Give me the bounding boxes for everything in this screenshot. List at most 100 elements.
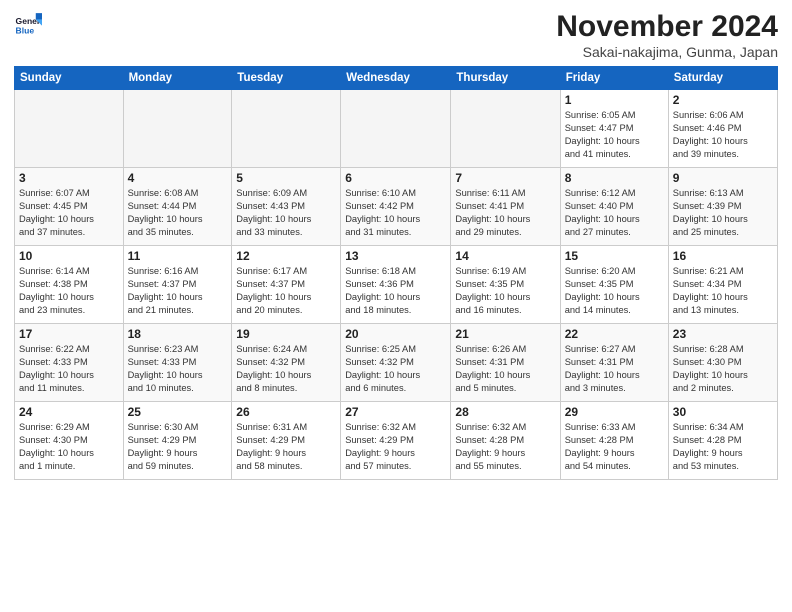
day-info: Sunrise: 6:06 AM Sunset: 4:46 PM Dayligh… xyxy=(673,109,773,161)
calendar-cell: 3 Sunrise: 6:07 AM Sunset: 4:45 PM Daylig… xyxy=(15,168,124,246)
calendar-cell: 29 Sunrise: 6:33 AM Sunset: 4:28 PM Dayli… xyxy=(560,402,668,480)
weekday-header-friday: Friday xyxy=(560,67,668,90)
weekday-header-tuesday: Tuesday xyxy=(232,67,341,90)
day-number: 29 xyxy=(565,405,664,419)
day-info: Sunrise: 6:32 AM Sunset: 4:29 PM Dayligh… xyxy=(345,421,446,473)
calendar-cell: 17 Sunrise: 6:22 AM Sunset: 4:33 PM Dayli… xyxy=(15,324,124,402)
calendar-cell: 14 Sunrise: 6:19 AM Sunset: 4:35 PM Dayli… xyxy=(451,246,560,324)
day-info: Sunrise: 6:27 AM Sunset: 4:31 PM Dayligh… xyxy=(565,343,664,395)
day-number: 21 xyxy=(455,327,555,341)
day-info: Sunrise: 6:25 AM Sunset: 4:32 PM Dayligh… xyxy=(345,343,446,395)
calendar-cell: 20 Sunrise: 6:25 AM Sunset: 4:32 PM Dayli… xyxy=(341,324,451,402)
calendar-cell: 21 Sunrise: 6:26 AM Sunset: 4:31 PM Dayli… xyxy=(451,324,560,402)
calendar-cell: 5 Sunrise: 6:09 AM Sunset: 4:43 PM Daylig… xyxy=(232,168,341,246)
day-number: 14 xyxy=(455,249,555,263)
day-number: 18 xyxy=(128,327,228,341)
day-number: 22 xyxy=(565,327,664,341)
day-info: Sunrise: 6:14 AM Sunset: 4:38 PM Dayligh… xyxy=(19,265,119,317)
day-number: 11 xyxy=(128,249,228,263)
day-info: Sunrise: 6:20 AM Sunset: 4:35 PM Dayligh… xyxy=(565,265,664,317)
day-number: 2 xyxy=(673,93,773,107)
day-info: Sunrise: 6:16 AM Sunset: 4:37 PM Dayligh… xyxy=(128,265,228,317)
day-info: Sunrise: 6:34 AM Sunset: 4:28 PM Dayligh… xyxy=(673,421,773,473)
calendar-cell xyxy=(451,90,560,168)
weekday-header-wednesday: Wednesday xyxy=(341,67,451,90)
day-info: Sunrise: 6:19 AM Sunset: 4:35 PM Dayligh… xyxy=(455,265,555,317)
day-number: 26 xyxy=(236,405,336,419)
weekday-header-sunday: Sunday xyxy=(15,67,124,90)
day-number: 23 xyxy=(673,327,773,341)
weekday-header-thursday: Thursday xyxy=(451,67,560,90)
svg-text:Blue: Blue xyxy=(16,25,35,35)
day-info: Sunrise: 6:10 AM Sunset: 4:42 PM Dayligh… xyxy=(345,187,446,239)
calendar-cell: 24 Sunrise: 6:29 AM Sunset: 4:30 PM Dayli… xyxy=(15,402,124,480)
day-number: 24 xyxy=(19,405,119,419)
calendar-cell: 1Sunrise: 6:05 AM Sunset: 4:47 PM Daylig… xyxy=(560,90,668,168)
day-info: Sunrise: 6:07 AM Sunset: 4:45 PM Dayligh… xyxy=(19,187,119,239)
calendar-cell: 23 Sunrise: 6:28 AM Sunset: 4:30 PM Dayli… xyxy=(668,324,777,402)
day-number: 17 xyxy=(19,327,119,341)
day-info: Sunrise: 6:21 AM Sunset: 4:34 PM Dayligh… xyxy=(673,265,773,317)
calendar-week-2: 3 Sunrise: 6:07 AM Sunset: 4:45 PM Daylig… xyxy=(15,168,778,246)
calendar-week-4: 17 Sunrise: 6:22 AM Sunset: 4:33 PM Dayli… xyxy=(15,324,778,402)
day-info: Sunrise: 6:13 AM Sunset: 4:39 PM Dayligh… xyxy=(673,187,773,239)
weekday-header-saturday: Saturday xyxy=(668,67,777,90)
calendar-cell: 30 Sunrise: 6:34 AM Sunset: 4:28 PM Dayli… xyxy=(668,402,777,480)
day-info: Sunrise: 6:11 AM Sunset: 4:41 PM Dayligh… xyxy=(455,187,555,239)
calendar-cell: 6Sunrise: 6:10 AM Sunset: 4:42 PM Daylig… xyxy=(341,168,451,246)
day-info: Sunrise: 6:09 AM Sunset: 4:43 PM Dayligh… xyxy=(236,187,336,239)
calendar-cell: 4 Sunrise: 6:08 AM Sunset: 4:44 PM Daylig… xyxy=(123,168,232,246)
day-number: 3 xyxy=(19,171,119,185)
day-number: 28 xyxy=(455,405,555,419)
logo-icon: General Blue xyxy=(14,10,42,38)
day-number: 10 xyxy=(19,249,119,263)
day-number: 12 xyxy=(236,249,336,263)
header: General Blue November 2024 Sakai-nakajim… xyxy=(14,10,778,60)
day-info: Sunrise: 6:28 AM Sunset: 4:30 PM Dayligh… xyxy=(673,343,773,395)
day-number: 9 xyxy=(673,171,773,185)
calendar-cell: 19Sunrise: 6:24 AM Sunset: 4:32 PM Dayli… xyxy=(232,324,341,402)
day-info: Sunrise: 6:23 AM Sunset: 4:33 PM Dayligh… xyxy=(128,343,228,395)
calendar-cell: 12 Sunrise: 6:17 AM Sunset: 4:37 PM Dayli… xyxy=(232,246,341,324)
location: Sakai-nakajima, Gunma, Japan xyxy=(556,44,778,60)
calendar-cell: 11 Sunrise: 6:16 AM Sunset: 4:37 PM Dayli… xyxy=(123,246,232,324)
calendar-cell xyxy=(341,90,451,168)
day-info: Sunrise: 6:33 AM Sunset: 4:28 PM Dayligh… xyxy=(565,421,664,473)
day-info: Sunrise: 6:30 AM Sunset: 4:29 PM Dayligh… xyxy=(128,421,228,473)
calendar-week-3: 10 Sunrise: 6:14 AM Sunset: 4:38 PM Dayli… xyxy=(15,246,778,324)
calendar-cell: 18 Sunrise: 6:23 AM Sunset: 4:33 PM Dayli… xyxy=(123,324,232,402)
title-block: November 2024 Sakai-nakajima, Gunma, Jap… xyxy=(556,10,778,60)
day-number: 27 xyxy=(345,405,446,419)
calendar-cell: 25 Sunrise: 6:30 AM Sunset: 4:29 PM Dayli… xyxy=(123,402,232,480)
day-number: 8 xyxy=(565,171,664,185)
day-info: Sunrise: 6:26 AM Sunset: 4:31 PM Dayligh… xyxy=(455,343,555,395)
calendar-cell: 9 Sunrise: 6:13 AM Sunset: 4:39 PM Daylig… xyxy=(668,168,777,246)
day-number: 5 xyxy=(236,171,336,185)
day-info: Sunrise: 6:17 AM Sunset: 4:37 PM Dayligh… xyxy=(236,265,336,317)
month-title: November 2024 xyxy=(556,10,778,44)
calendar-cell: 16 Sunrise: 6:21 AM Sunset: 4:34 PM Dayli… xyxy=(668,246,777,324)
weekday-header-row: SundayMondayTuesdayWednesdayThursdayFrid… xyxy=(15,67,778,90)
day-info: Sunrise: 6:29 AM Sunset: 4:30 PM Dayligh… xyxy=(19,421,119,473)
day-info: Sunrise: 6:12 AM Sunset: 4:40 PM Dayligh… xyxy=(565,187,664,239)
calendar-cell: 10 Sunrise: 6:14 AM Sunset: 4:38 PM Dayli… xyxy=(15,246,124,324)
calendar-cell xyxy=(232,90,341,168)
day-info: Sunrise: 6:05 AM Sunset: 4:47 PM Dayligh… xyxy=(565,109,664,161)
day-number: 16 xyxy=(673,249,773,263)
day-number: 30 xyxy=(673,405,773,419)
day-number: 25 xyxy=(128,405,228,419)
day-number: 13 xyxy=(345,249,446,263)
calendar-cell: 27 Sunrise: 6:32 AM Sunset: 4:29 PM Dayli… xyxy=(341,402,451,480)
calendar-cell xyxy=(15,90,124,168)
calendar-cell: 13Sunrise: 6:18 AM Sunset: 4:36 PM Dayli… xyxy=(341,246,451,324)
calendar-cell: 2 Sunrise: 6:06 AM Sunset: 4:46 PM Daylig… xyxy=(668,90,777,168)
day-info: Sunrise: 6:32 AM Sunset: 4:28 PM Dayligh… xyxy=(455,421,555,473)
day-number: 20 xyxy=(345,327,446,341)
day-number: 4 xyxy=(128,171,228,185)
logo: General Blue xyxy=(14,10,42,38)
weekday-header-monday: Monday xyxy=(123,67,232,90)
day-info: Sunrise: 6:08 AM Sunset: 4:44 PM Dayligh… xyxy=(128,187,228,239)
day-info: Sunrise: 6:22 AM Sunset: 4:33 PM Dayligh… xyxy=(19,343,119,395)
calendar-week-5: 24 Sunrise: 6:29 AM Sunset: 4:30 PM Dayli… xyxy=(15,402,778,480)
calendar-cell xyxy=(123,90,232,168)
